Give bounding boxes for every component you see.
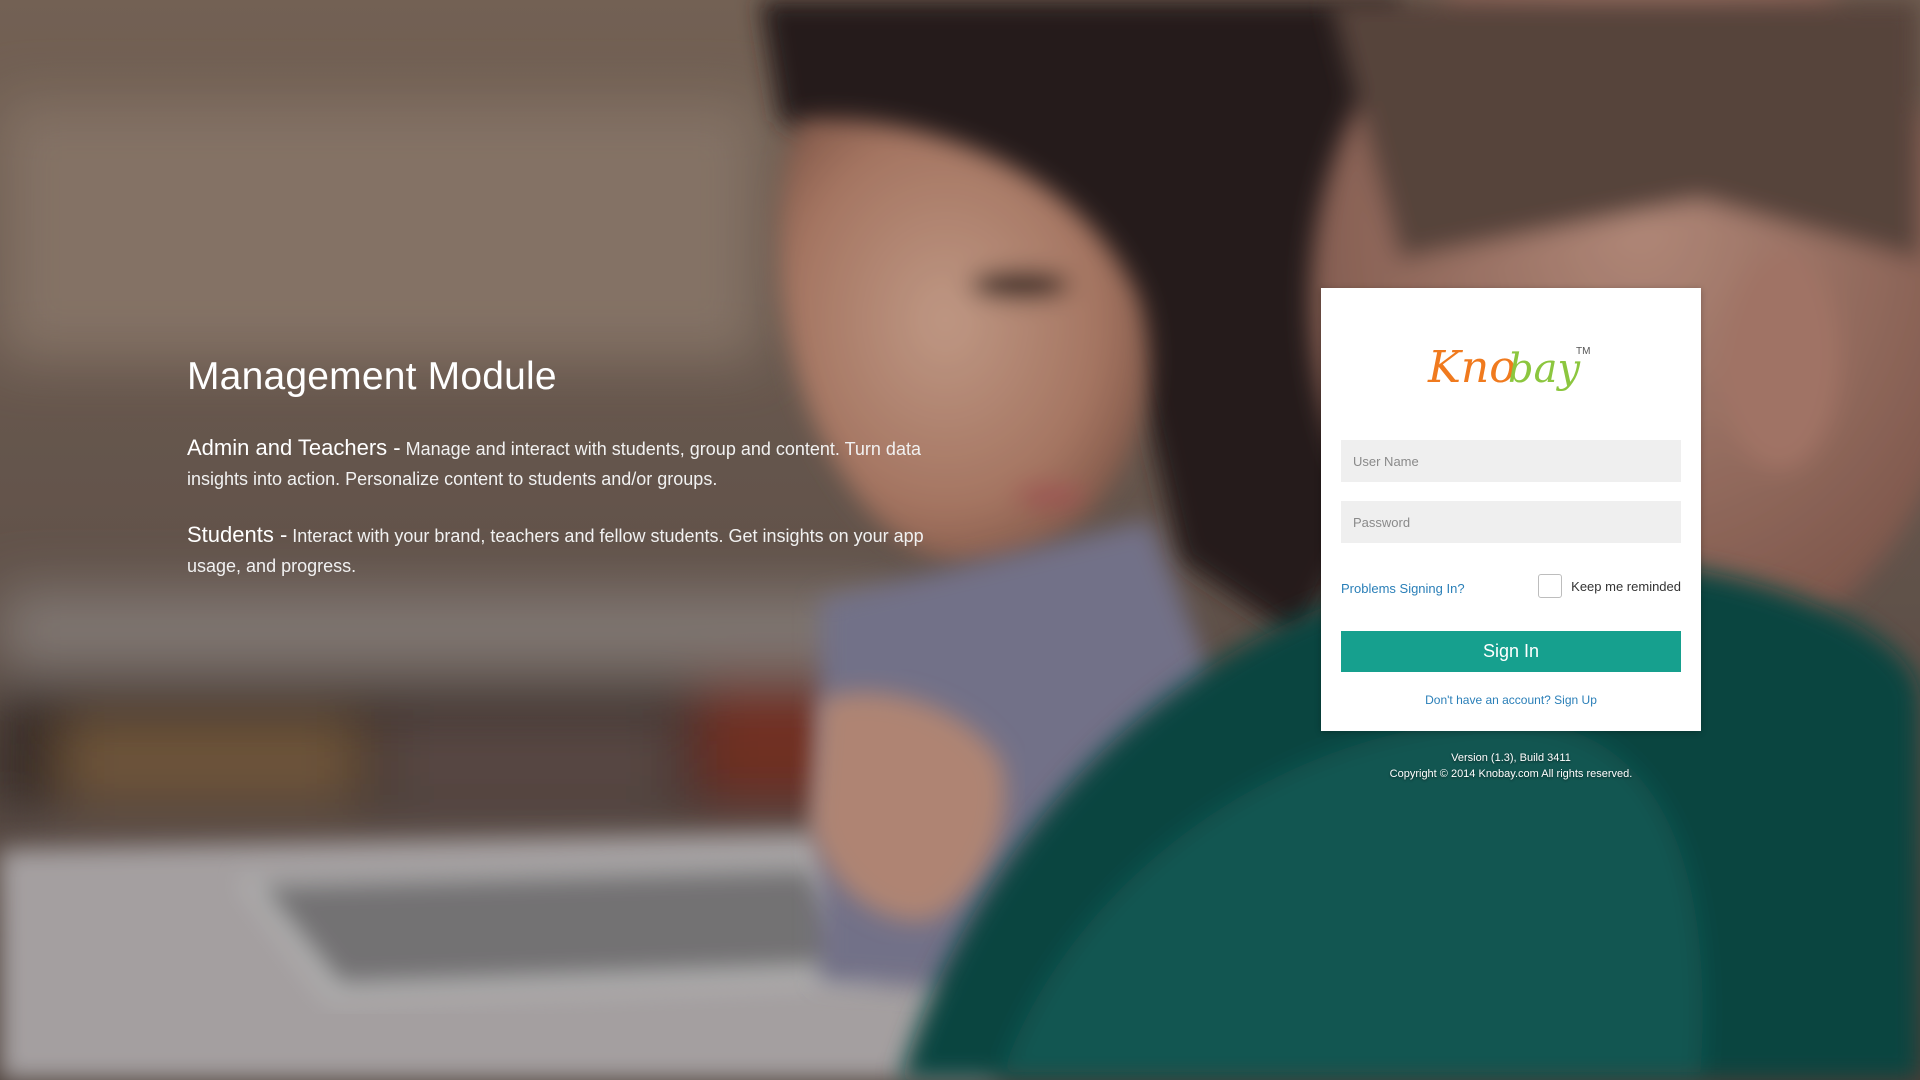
knobay-logo-mark: Kno bay TM: [1427, 342, 1590, 393]
logo-text-kno: Kno: [1427, 342, 1516, 393]
problems-signing-in-link[interactable]: Problems Signing In?: [1341, 581, 1465, 596]
admin-lead: Admin and Teachers -: [187, 435, 401, 460]
footer: Version (1.3), Build 3411 Copyright © 20…: [1321, 750, 1701, 782]
knobay-logo: Kno bay TM: [1321, 336, 1701, 396]
keep-me-reminded-checkbox[interactable]: [1538, 574, 1563, 598]
copyright-text: Copyright © 2014 Knobay.com All rights r…: [1389, 768, 1633, 780]
students-lead: Students -: [187, 522, 288, 547]
keep-me-reminded[interactable]: Keep me reminded: [1538, 574, 1681, 598]
logo-text-bay: bay: [1508, 346, 1581, 392]
intro-section: Management Module Admin and Teachers - M…: [187, 355, 927, 607]
username-input[interactable]: [1341, 440, 1681, 482]
sign-in-button[interactable]: Sign In: [1341, 631, 1681, 672]
version-text: Version (1.3), Build 3411: [1451, 752, 1571, 764]
admin-description: Admin and Teachers - Manage and interact…: [187, 433, 927, 494]
login-card: Kno bay TM Problems Signing In? Keep me …: [1321, 288, 1701, 731]
password-input[interactable]: [1341, 501, 1681, 543]
keep-me-reminded-label: Keep me reminded: [1571, 578, 1681, 594]
logo-trademark: TM: [1576, 346, 1590, 357]
students-text: Interact with your brand, teachers and f…: [187, 526, 924, 576]
students-description: Students - Interact with your brand, tea…: [187, 520, 927, 581]
page-title: Management Module: [187, 355, 557, 398]
sign-up-link[interactable]: Don't have an account? Sign Up: [1321, 693, 1701, 707]
